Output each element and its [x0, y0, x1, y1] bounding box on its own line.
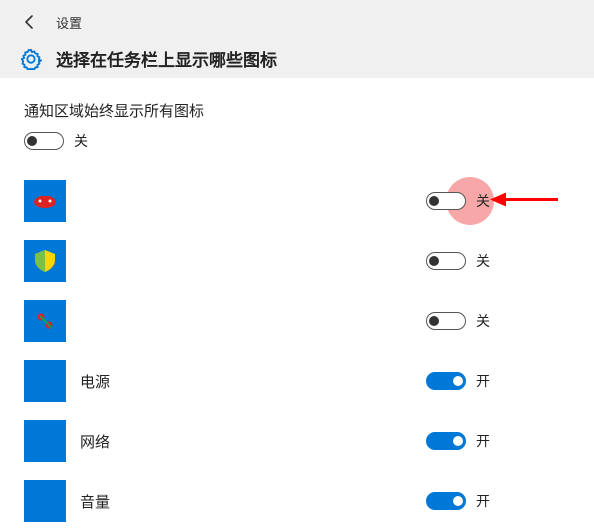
back-button[interactable] [20, 12, 40, 32]
toggle-app1[interactable] [426, 192, 466, 210]
master-toggle-label: 通知区域始终显示所有图标 [24, 100, 570, 121]
master-toggle[interactable] [24, 132, 64, 150]
master-toggle-state: 关 [74, 131, 88, 151]
page-title: 选择在任务栏上显示哪些图标 [56, 46, 277, 71]
toggle-group: 开 [426, 491, 490, 511]
app2-icon [24, 240, 66, 282]
toggle-group: 关 [426, 191, 490, 211]
app1-icon [24, 180, 66, 222]
icon-row-label: 网络 [80, 431, 110, 452]
toggle-group: 关 [426, 311, 490, 331]
toggle-state-label: 关 [476, 311, 490, 331]
icon-row-app2: 关 [24, 231, 570, 291]
master-toggle-row: 关 [24, 131, 570, 151]
icon-row-volume: 音量 开 [24, 471, 570, 531]
toggle-power[interactable] [426, 372, 466, 390]
icon-row-label: 电源 [80, 371, 110, 392]
header-bar: 设置 选择在任务栏上显示哪些图标 [0, 0, 594, 78]
toggle-state-label: 开 [476, 491, 490, 511]
power-icon [24, 360, 66, 402]
toggle-group: 开 [426, 431, 490, 451]
toggle-network[interactable] [426, 432, 466, 450]
annotation-arrow-icon [490, 190, 560, 213]
toggle-state-label: 开 [476, 431, 490, 451]
icon-list: 关关关电源开网络开音量开 [24, 171, 570, 531]
arrow-left-icon [22, 14, 38, 30]
toggle-app2[interactable] [426, 252, 466, 270]
icon-row-label: 音量 [80, 491, 110, 512]
network-icon [24, 420, 66, 462]
icon-row-power: 电源 开 [24, 351, 570, 411]
toggle-volume[interactable] [426, 492, 466, 510]
gear-icon [20, 48, 42, 70]
settings-label: 设置 [56, 13, 82, 32]
toggle-group: 开 [426, 371, 490, 391]
content-area: 通知区域始终显示所有图标 关 关关关电源开网络开音量开 [0, 78, 594, 531]
toggle-app3[interactable] [426, 312, 466, 330]
toggle-group: 关 [426, 251, 490, 271]
icon-row-app1: 关 [24, 171, 570, 231]
icon-row-app3: 关 [24, 291, 570, 351]
toggle-state-label: 关 [476, 191, 490, 211]
volume-icon [24, 480, 66, 522]
header-title-row: 选择在任务栏上显示哪些图标 [20, 46, 578, 71]
header-top-row: 设置 [20, 8, 578, 36]
app3-icon [24, 300, 66, 342]
icon-row-network: 网络 开 [24, 411, 570, 471]
toggle-state-label: 开 [476, 371, 490, 391]
toggle-state-label: 关 [476, 251, 490, 271]
